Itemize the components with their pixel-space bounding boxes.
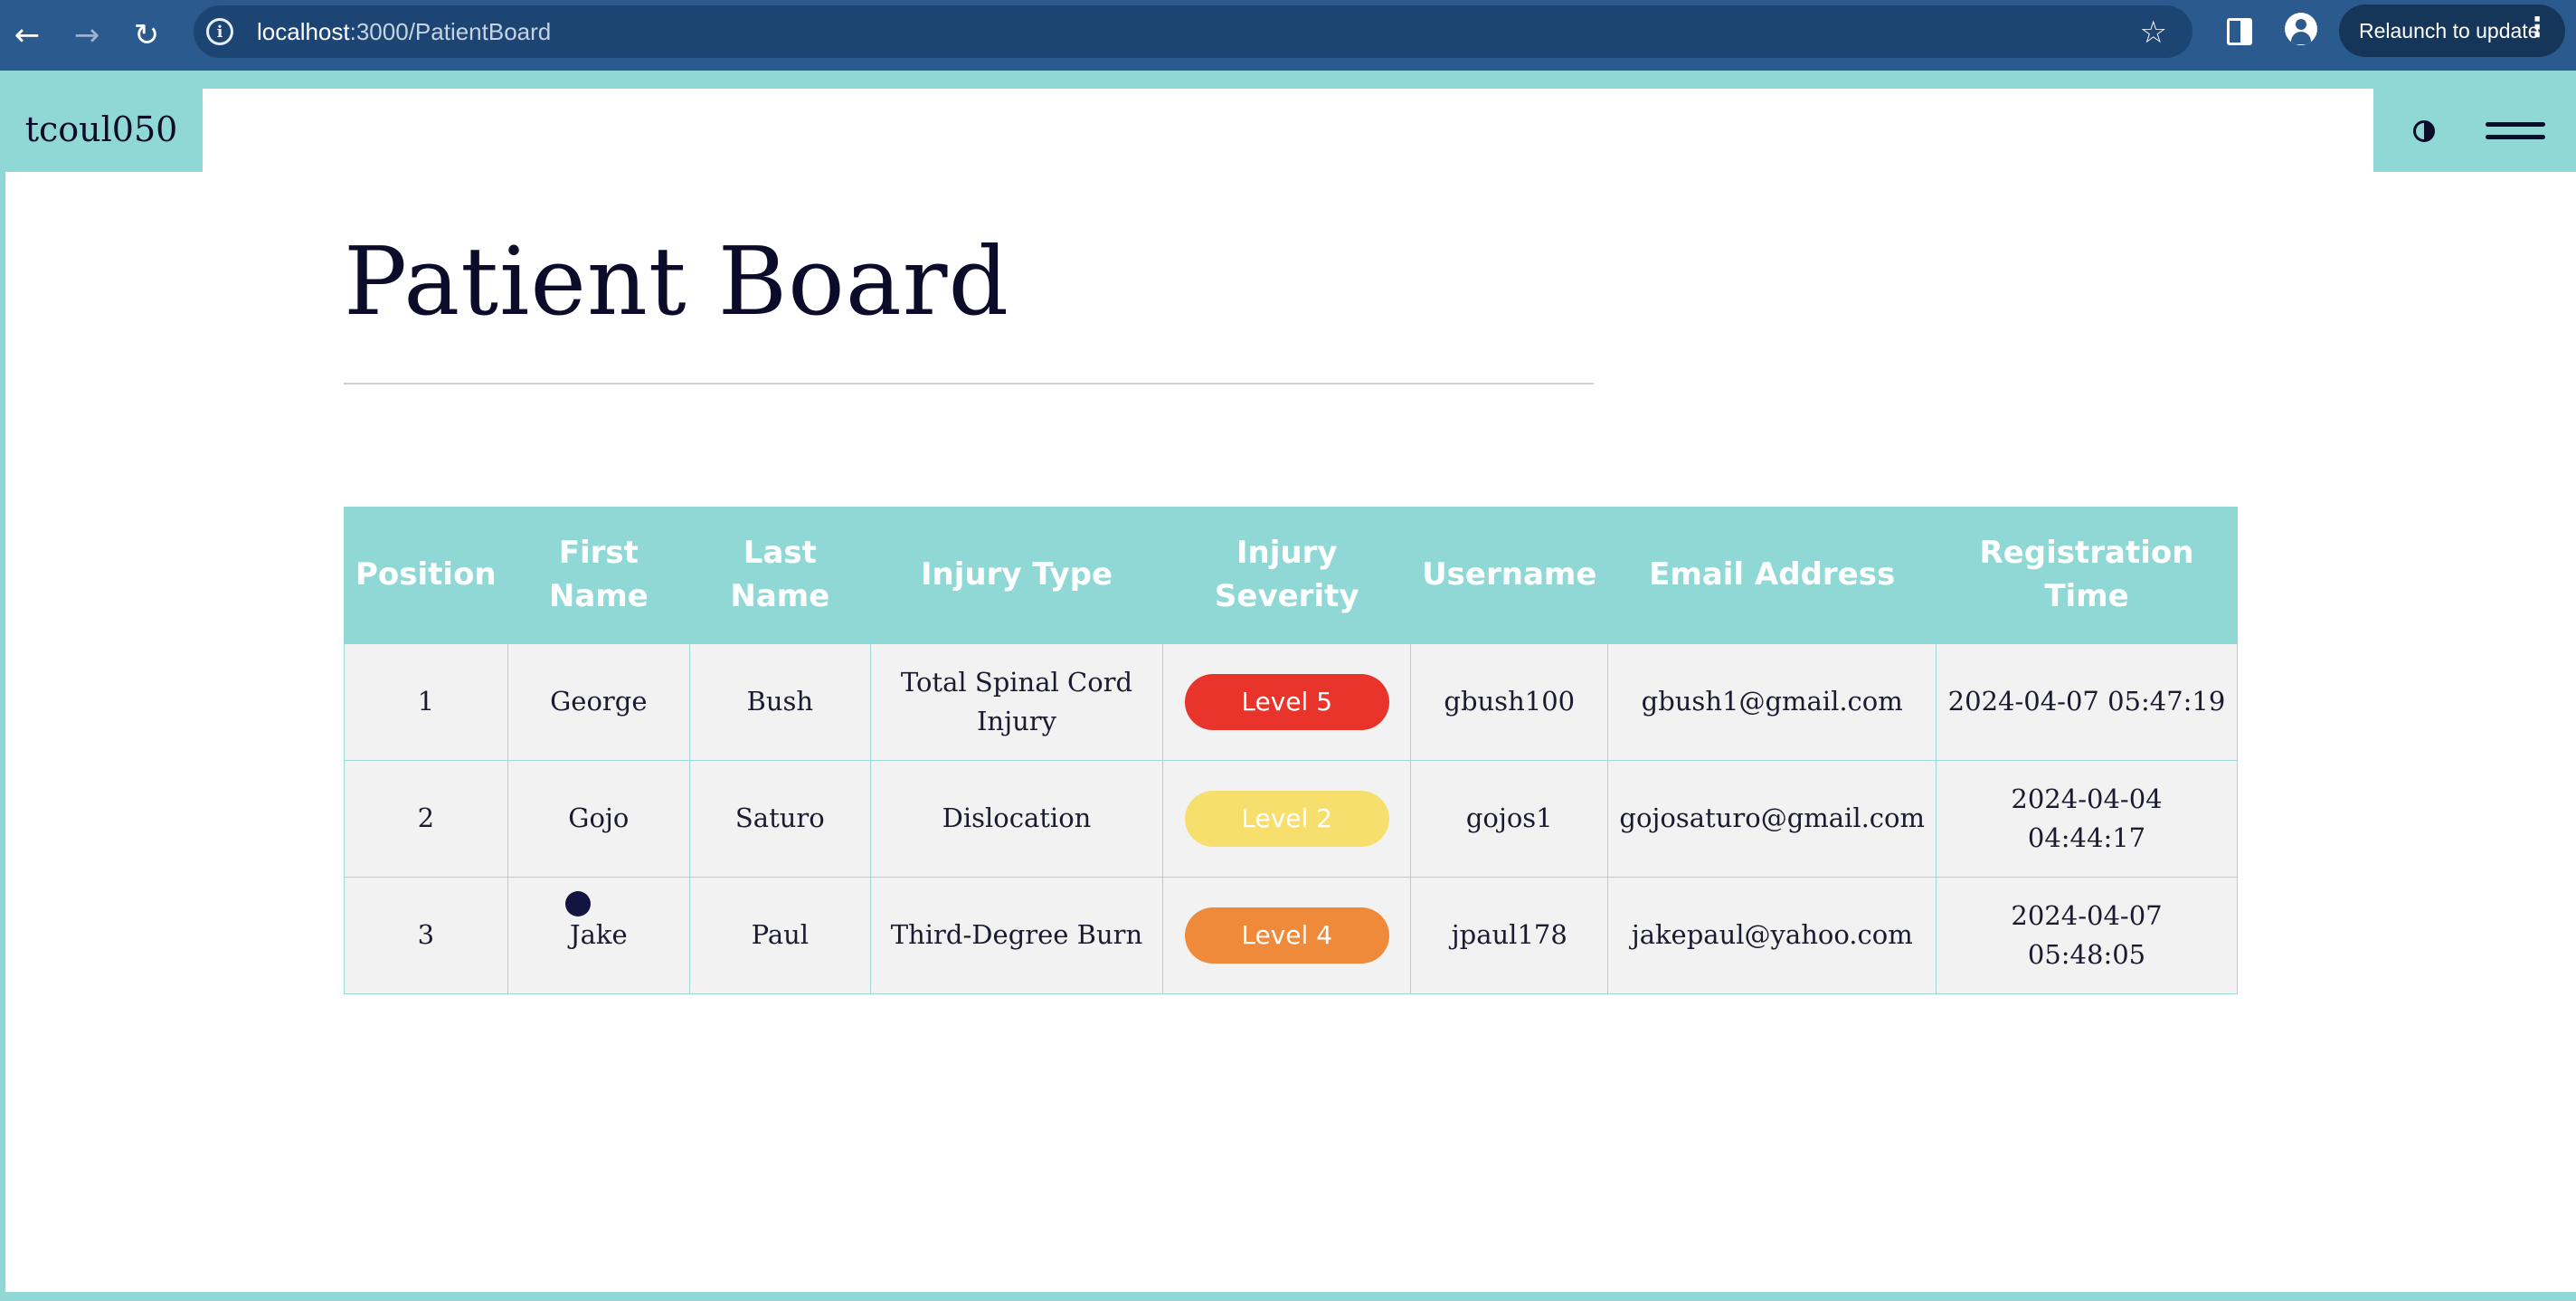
cell-position: 3 — [344, 877, 508, 994]
table-row[interactable]: 2 Gojo Saturo Dislocation Level 2 gojos1… — [344, 760, 2238, 878]
cell-username: gojos1 — [1410, 760, 1609, 878]
header-position[interactable]: Position — [344, 507, 508, 644]
address-bar[interactable]: i localhost:3000/PatientBoard ☆ — [194, 5, 2192, 58]
browser-toolbar: ← → ↻ i localhost:3000/PatientBoard ☆ Re… — [0, 0, 2576, 71]
reload-icon[interactable]: ↻ — [121, 10, 172, 61]
header-injury-type[interactable]: Injury Type — [869, 507, 1164, 644]
severity-badge: Level 2 — [1184, 791, 1389, 847]
star-icon[interactable]: ☆ — [2140, 14, 2167, 51]
cell-severity: Level 4 — [1162, 877, 1412, 994]
cell-first-name: Jake — [507, 877, 691, 994]
top-right-controls — [2373, 87, 2576, 172]
relaunch-label: Relaunch to update — [2359, 18, 2540, 43]
cell-severity: Level 2 — [1162, 760, 1412, 878]
arrow-right-icon[interactable]: → — [62, 10, 112, 61]
table-row[interactable]: 3 Jake Paul Third-Degree Burn Level 4 jp… — [344, 877, 2238, 994]
title-divider — [344, 383, 1594, 385]
header-injury-severity[interactable]: Injury Severity — [1162, 507, 1412, 644]
url-host: localhost — [257, 17, 350, 45]
cell-position: 1 — [344, 643, 508, 761]
cell-injury-type: Dislocation — [869, 760, 1164, 878]
patient-table: Position First Name Last Name Injury Typ… — [344, 507, 2238, 994]
relaunch-button[interactable]: Relaunch to update ⋮ — [2339, 5, 2565, 57]
header-last-name[interactable]: Last Name — [689, 507, 871, 644]
cell-last-name: Bush — [689, 643, 871, 761]
cell-last-name: Paul — [689, 877, 871, 994]
more-menu-icon[interactable]: ⋮ — [2524, 12, 2551, 43]
mouse-cursor — [565, 891, 591, 916]
cell-severity: Level 5 — [1162, 643, 1412, 761]
severity-badge: Level 5 — [1184, 674, 1389, 730]
table-row[interactable]: 1 George Bush Total Spinal Cord Injury L… — [344, 643, 2238, 761]
cell-registration-time: 2024-04-04 04:44:17 — [1936, 760, 2238, 878]
cell-injury-type: Third-Degree Burn — [869, 877, 1164, 994]
header-username[interactable]: Username — [1410, 507, 1609, 644]
cell-registration-time: 2024-04-07 05:48:05 — [1936, 877, 2238, 994]
cell-registration-time: 2024-04-07 05:47:19 — [1936, 643, 2238, 761]
severity-badge: Level 4 — [1184, 907, 1389, 964]
site-info-icon[interactable]: i — [206, 18, 233, 45]
cell-last-name: Saturo — [689, 760, 871, 878]
cell-first-name: Gojo — [507, 760, 691, 878]
cell-email: gojosaturo@gmail.com — [1607, 760, 1937, 878]
cell-username: jpaul178 — [1410, 877, 1609, 994]
table-header-row: Position First Name Last Name Injury Typ… — [344, 507, 2238, 644]
side-panel-icon[interactable] — [2227, 18, 2252, 45]
page-bottom-border — [0, 1292, 2576, 1301]
profile-icon[interactable] — [2285, 13, 2317, 45]
url-text[interactable]: localhost:3000/PatientBoard — [257, 18, 551, 46]
header-first-name[interactable]: First Name — [507, 507, 691, 644]
cell-username: gbush100 — [1410, 643, 1609, 761]
cell-email: jakepaul@yahoo.com — [1607, 877, 1937, 994]
url-path: :3000/PatientBoard — [349, 17, 552, 45]
cell-first-name: George — [507, 643, 691, 761]
header-email[interactable]: Email Address — [1607, 507, 1937, 644]
contrast-icon[interactable] — [2413, 120, 2435, 142]
cell-email: gbush1@gmail.com — [1607, 643, 1937, 761]
cell-position: 2 — [344, 760, 508, 878]
hamburger-icon[interactable] — [2486, 122, 2545, 140]
header-registration-time[interactable]: Registration Time — [1936, 507, 2238, 644]
page-title: Patient Board — [344, 226, 1010, 337]
brand-logo[interactable]: tcoul050 — [0, 87, 203, 172]
arrow-left-icon[interactable]: ← — [2, 10, 52, 61]
cell-injury-type: Total Spinal Cord Injury — [869, 643, 1164, 761]
